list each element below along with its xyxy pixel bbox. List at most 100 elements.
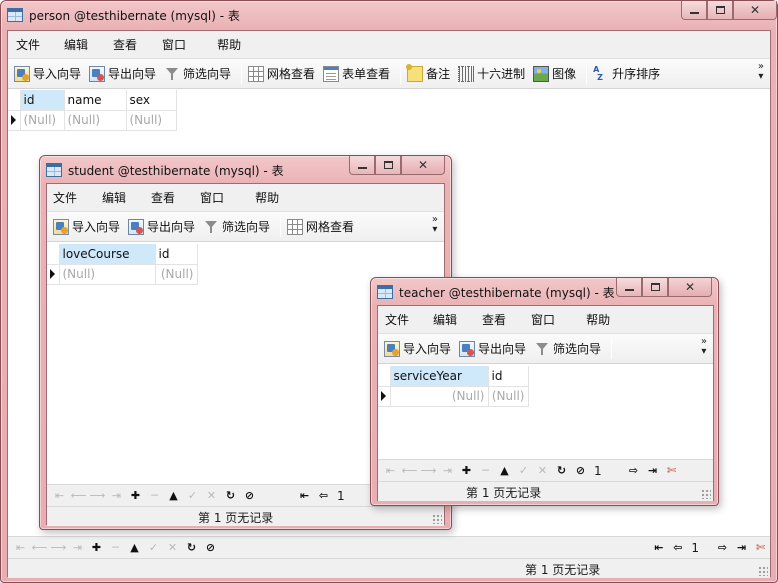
import-wizard-button[interactable]: 导入向导: [53, 218, 120, 235]
filter-wizard-button[interactable]: 筛选向导: [203, 218, 270, 235]
export-wizard-button[interactable]: 导出向导: [89, 65, 156, 82]
last-page-button[interactable]: ⇥: [732, 541, 751, 554]
menu-edit[interactable]: 编辑: [433, 311, 457, 328]
menu-window[interactable]: 窗口: [200, 189, 224, 206]
teacher-titlebar[interactable]: teacher @testhibernate (mysql) - 表 ✕: [377, 278, 714, 306]
next-record-button[interactable]: ⟶: [88, 489, 107, 502]
cell-lovecourse[interactable]: (Null): [59, 264, 156, 285]
menu-file[interactable]: 文件: [16, 36, 40, 53]
discard-changes-button[interactable]: ✕: [163, 541, 182, 554]
page-number-field[interactable]: 1: [691, 541, 699, 555]
next-page-button[interactable]: ⇨: [624, 464, 643, 477]
cell-name[interactable]: (Null): [64, 110, 127, 131]
menu-view[interactable]: 查看: [113, 36, 137, 53]
last-record-button[interactable]: ⇥: [438, 464, 457, 477]
prev-record-button[interactable]: ⟵: [30, 541, 49, 554]
prev-record-button[interactable]: ⟵: [400, 464, 419, 477]
form-view-button[interactable]: 表单查看: [323, 65, 390, 82]
toolbar-overflow-chevron-icon[interactable]: » ▾: [432, 215, 438, 235]
cell-id[interactable]: (Null): [20, 110, 65, 131]
delete-record-button[interactable]: ─: [476, 464, 495, 477]
menu-window[interactable]: 窗口: [162, 36, 186, 53]
close-button[interactable]: ✕: [401, 156, 445, 175]
student-titlebar[interactable]: student @testhibernate (mysql) - 表 ✕: [46, 156, 447, 184]
prev-record-button[interactable]: ⟵: [69, 489, 88, 502]
cell-serviceyear[interactable]: (Null): [390, 386, 489, 407]
up-record-button[interactable]: ▲: [495, 464, 514, 477]
cell-id[interactable]: (Null): [488, 386, 529, 407]
next-record-button[interactable]: ⟶: [419, 464, 438, 477]
page-number-field[interactable]: 1: [594, 464, 620, 478]
maximize-button[interactable]: [707, 1, 733, 20]
column-header-serviceyear[interactable]: serviceYear: [390, 366, 489, 387]
column-header-name[interactable]: name: [64, 90, 127, 111]
add-record-button[interactable]: ✚: [87, 541, 106, 554]
menu-file[interactable]: 文件: [53, 189, 77, 206]
discard-changes-button[interactable]: ✕: [202, 489, 221, 502]
minimize-button[interactable]: [349, 156, 375, 175]
import-wizard-button[interactable]: 导入向导: [14, 65, 81, 82]
minimize-button[interactable]: [681, 1, 707, 20]
prev-page-button[interactable]: ⇦: [314, 489, 333, 502]
column-header-id[interactable]: id: [155, 244, 198, 265]
cell-sex[interactable]: (Null): [126, 110, 177, 131]
stop-button[interactable]: ⊘: [201, 541, 220, 554]
first-page-button[interactable]: ⇤: [295, 489, 314, 502]
column-header-id[interactable]: id: [20, 90, 65, 111]
table-row[interactable]: (Null) (Null): [378, 386, 529, 407]
resize-grip-icon[interactable]: [758, 566, 768, 576]
image-button[interactable]: 图像: [533, 65, 576, 82]
row-selector[interactable]: [47, 264, 60, 285]
stop-button[interactable]: ⊘: [240, 489, 259, 502]
menu-edit[interactable]: 编辑: [64, 36, 88, 53]
filter-wizard-button[interactable]: 筛选向导: [164, 65, 231, 82]
add-record-button[interactable]: ✚: [457, 464, 476, 477]
person-titlebar[interactable]: person @testhibernate (mysql) - 表 ✕: [7, 1, 777, 29]
export-wizard-button[interactable]: 导出向导: [128, 218, 195, 235]
close-button[interactable]: ✕: [733, 1, 777, 20]
next-page-button[interactable]: ⇨: [713, 541, 732, 554]
delete-record-button[interactable]: ─: [145, 489, 164, 502]
menu-help[interactable]: 帮助: [586, 311, 610, 328]
settings-icon[interactable]: ✄: [662, 464, 681, 477]
table-row[interactable]: (Null) (Null): [47, 264, 198, 285]
page-number-field[interactable]: 1: [337, 489, 345, 503]
add-record-button[interactable]: ✚: [126, 489, 145, 502]
refresh-button[interactable]: ↻: [182, 541, 201, 554]
first-record-button[interactable]: ⇤: [50, 489, 69, 502]
discard-changes-button[interactable]: ✕: [533, 464, 552, 477]
hex-button[interactable]: 十六进制: [458, 65, 525, 82]
maximize-button[interactable]: [375, 156, 401, 175]
delete-record-button[interactable]: ─: [106, 541, 125, 554]
refresh-button[interactable]: ↻: [221, 489, 240, 502]
first-record-button[interactable]: ⇤: [381, 464, 400, 477]
resize-grip-icon[interactable]: [701, 489, 711, 499]
prev-page-button[interactable]: ⇦: [668, 541, 687, 554]
close-button[interactable]: ✕: [668, 278, 712, 297]
column-header-lovecourse[interactable]: loveCourse: [59, 244, 156, 265]
grid-view-button[interactable]: 网格查看: [287, 218, 354, 235]
settings-icon[interactable]: ✄: [751, 541, 770, 554]
filter-wizard-button[interactable]: 筛选向导: [534, 340, 601, 357]
first-record-button[interactable]: ⇤: [11, 541, 30, 554]
apply-changes-button[interactable]: ✓: [514, 464, 533, 477]
apply-changes-button[interactable]: ✓: [183, 489, 202, 502]
cell-id[interactable]: (Null): [155, 264, 198, 285]
menu-edit[interactable]: 编辑: [102, 189, 126, 206]
first-page-button[interactable]: ⇤: [649, 541, 668, 554]
menu-window[interactable]: 窗口: [531, 311, 555, 328]
row-selector[interactable]: [8, 110, 21, 131]
menu-help[interactable]: 帮助: [255, 189, 279, 206]
grid-view-button[interactable]: 网格查看: [248, 65, 315, 82]
menu-view[interactable]: 查看: [151, 189, 175, 206]
up-record-button[interactable]: ▲: [125, 541, 144, 554]
export-wizard-button[interactable]: 导出向导: [459, 340, 526, 357]
memo-button[interactable]: 备注: [406, 63, 450, 82]
column-header-sex[interactable]: sex: [126, 90, 177, 111]
resize-grip-icon[interactable]: [432, 514, 442, 524]
import-wizard-button[interactable]: 导入向导: [384, 340, 451, 357]
menu-help[interactable]: 帮助: [217, 36, 241, 53]
menu-view[interactable]: 查看: [482, 311, 506, 328]
sort-ascending-button[interactable]: 升序排序: [593, 65, 660, 82]
last-record-button[interactable]: ⇥: [68, 541, 87, 554]
